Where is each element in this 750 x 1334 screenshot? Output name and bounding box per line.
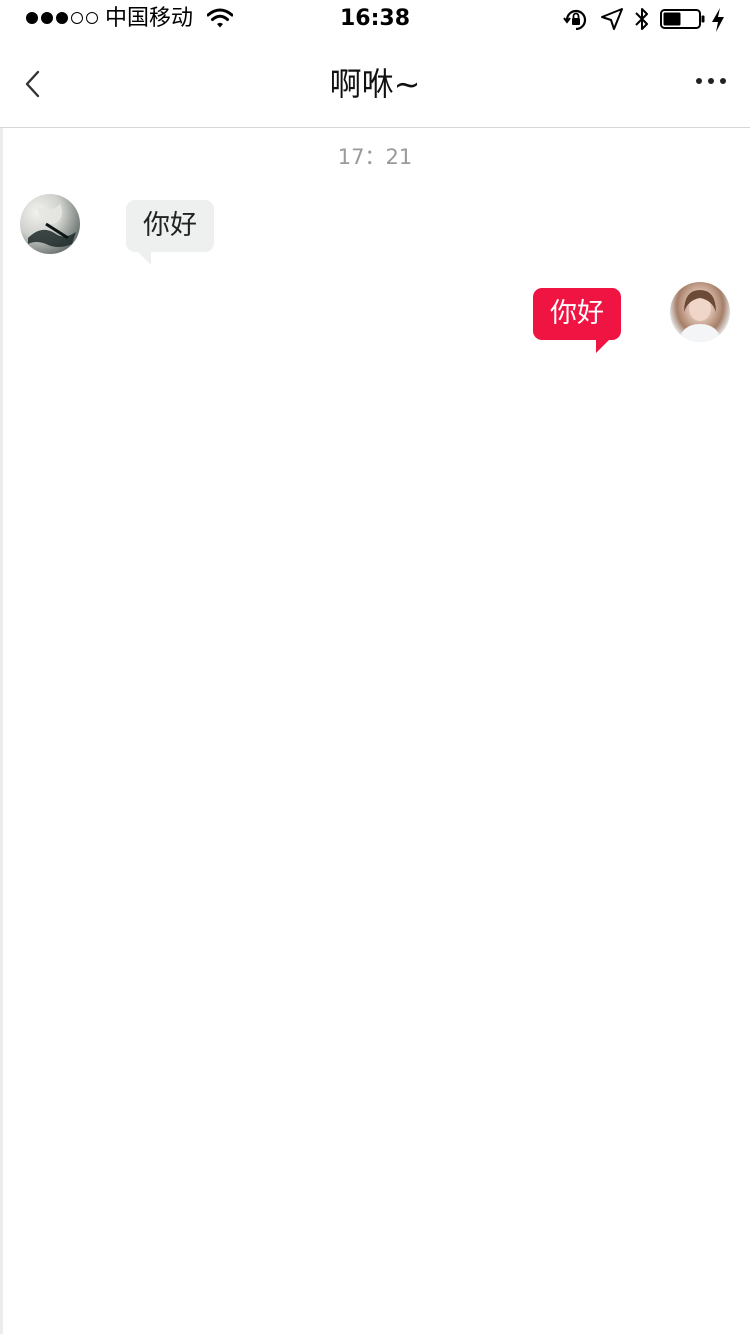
conversation-title: 啊咻~ — [329, 65, 421, 103]
message-bubble-peer[interactable]: 你好 — [126, 200, 214, 265]
more-options-button[interactable] — [688, 66, 734, 96]
battery-icon — [660, 9, 706, 33]
message-timestamp: 17：21 — [337, 145, 413, 169]
rotation-lock-icon — [563, 7, 589, 37]
ellipsis-icon — [696, 78, 726, 84]
chat-screen: 中国移动 16:38 啊咻~ 17：21 你好 你好 — [0, 0, 750, 1334]
peer-avatar[interactable] — [20, 194, 80, 254]
location-icon — [600, 7, 624, 35]
nav-bar: 啊咻~ — [0, 40, 750, 128]
bluetooth-icon — [634, 6, 650, 36]
self-avatar[interactable] — [670, 282, 730, 342]
back-button[interactable] — [18, 66, 48, 102]
message-bubble-self[interactable]: 你好 — [533, 288, 621, 353]
status-bar: 中国移动 16:38 — [0, 0, 750, 40]
left-edge-strip — [0, 128, 3, 1334]
charging-icon — [710, 7, 726, 37]
chevron-left-icon — [25, 70, 40, 98]
